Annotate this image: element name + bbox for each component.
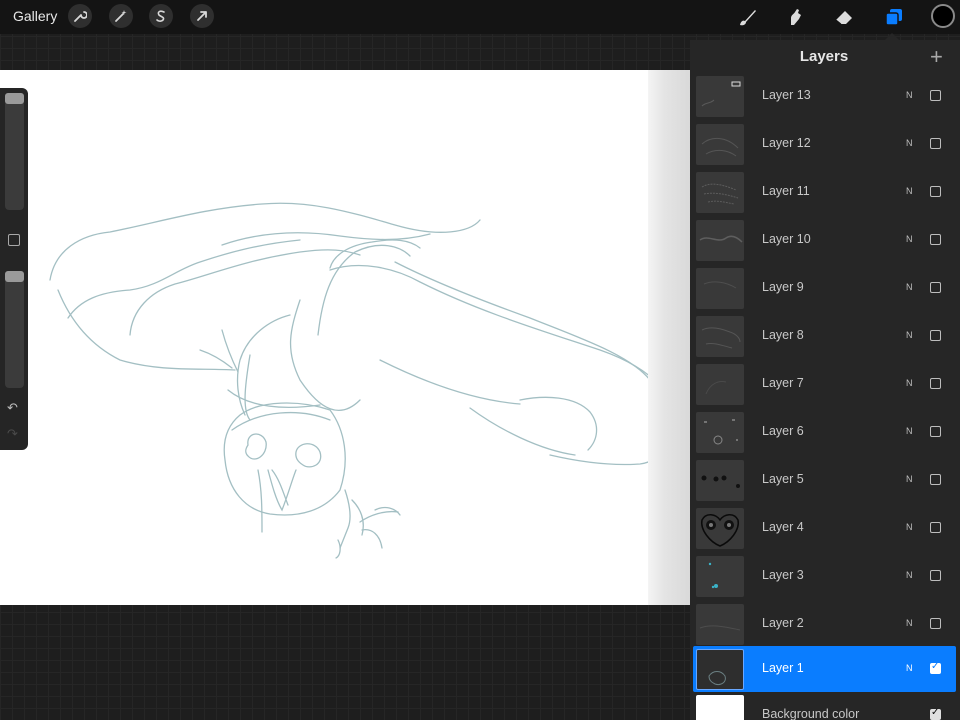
layer-thumbnail (696, 460, 744, 501)
layer-row[interactable]: Layer 2 N (693, 601, 956, 647)
selection-icon[interactable] (149, 4, 173, 28)
visibility-checkbox[interactable] (930, 474, 941, 485)
blend-mode-button[interactable]: N (906, 90, 913, 100)
layer-row[interactable]: Layer 4 N (693, 505, 956, 551)
layer-thumbnail (696, 412, 744, 453)
layer-row[interactable]: Layer 6 N (693, 409, 956, 455)
transform-arrow-icon[interactable] (190, 4, 214, 28)
layer-name: Layer 7 (762, 376, 804, 390)
visibility-checkbox[interactable] (930, 186, 941, 197)
visibility-checkbox[interactable] (930, 707, 941, 720)
layer-row[interactable]: Layer 3 N (693, 553, 956, 599)
layer-name: Layer 12 (762, 136, 811, 150)
left-sidebar: ↶ ↷ (0, 88, 28, 450)
layer-name: Layer 8 (762, 328, 804, 342)
layer-thumbnail (696, 649, 744, 690)
layer-row[interactable]: Layer 9 N (693, 265, 956, 311)
visibility-checkbox[interactable] (930, 330, 941, 341)
layer-name: Layer 13 (762, 88, 811, 102)
color-picker-swatch[interactable] (931, 4, 955, 28)
layers-icon[interactable] (882, 5, 906, 29)
layer-row[interactable]: Layer 13 N (693, 73, 956, 119)
background-color-row[interactable]: Background color (693, 692, 956, 720)
blend-mode-button[interactable]: N (906, 618, 913, 628)
owl-sketch (49, 202, 674, 559)
canvas-edge-shadow (648, 70, 690, 605)
blend-mode-button[interactable]: N (906, 474, 913, 484)
layer-row[interactable]: Layer 5 N (693, 457, 956, 503)
top-toolbar: Gallery (0, 0, 960, 34)
visibility-checkbox[interactable] (930, 522, 941, 533)
visibility-checkbox[interactable] (930, 618, 941, 629)
layer-thumbnail (696, 508, 744, 549)
layer-name: Layer 1 (762, 661, 804, 675)
visibility-checkbox[interactable] (930, 138, 941, 149)
layer-name: Layer 6 (762, 424, 804, 438)
brush-size-slider[interactable] (5, 93, 24, 210)
blend-mode-button[interactable]: N (906, 378, 913, 388)
opacity-slider[interactable] (5, 271, 24, 388)
visibility-checkbox[interactable] (930, 661, 941, 674)
brush-size-handle[interactable] (5, 93, 24, 104)
blend-mode-button[interactable]: N (906, 663, 913, 673)
layer-name: Layer 3 (762, 568, 804, 582)
layer-name: Layer 10 (762, 232, 811, 246)
blend-mode-button[interactable]: N (906, 426, 913, 436)
add-layer-button[interactable]: + (930, 44, 943, 70)
modify-button[interactable] (8, 234, 20, 246)
drawing-canvas[interactable] (0, 70, 690, 605)
visibility-checkbox[interactable] (930, 570, 941, 581)
wrench-icon[interactable] (68, 4, 92, 28)
layer-name: Layer 9 (762, 280, 804, 294)
blend-mode-button[interactable]: N (906, 570, 913, 580)
layer-name: Layer 4 (762, 520, 804, 534)
layer-thumbnail (696, 556, 744, 597)
opacity-handle[interactable] (5, 271, 24, 282)
blend-mode-button[interactable]: N (906, 234, 913, 244)
blend-mode-button[interactable]: N (906, 522, 913, 532)
layer-thumbnail (696, 316, 744, 357)
layer-name: Layer 11 (762, 184, 810, 198)
layer-thumbnail (696, 124, 744, 165)
layer-row[interactable]: Layer 12 N (693, 121, 956, 167)
layer-name: Layer 2 (762, 616, 804, 630)
panel-title: Layers (799, 48, 849, 65)
background-color-thumbnail (696, 695, 744, 720)
layer-thumbnail (696, 76, 744, 117)
layer-row[interactable]: Layer 8 N (693, 313, 956, 359)
redo-button[interactable]: ↷ (7, 426, 18, 442)
layer-thumbnail (696, 172, 744, 213)
layer-name: Layer 5 (762, 472, 804, 486)
blend-mode-button[interactable]: N (906, 282, 913, 292)
layer-row[interactable]: Layer 11 N (693, 169, 956, 215)
layers-panel: Layers + Layer 13 N Layer 12 N Layer 11 … (690, 40, 960, 720)
undo-button[interactable]: ↶ (7, 400, 18, 416)
magic-wand-icon[interactable] (109, 4, 133, 28)
blend-mode-button[interactable]: N (906, 138, 913, 148)
gallery-button[interactable]: Gallery (13, 8, 57, 24)
layer-thumbnail (696, 220, 744, 261)
visibility-checkbox[interactable] (930, 90, 941, 101)
brush-icon[interactable] (735, 5, 759, 29)
layer-row[interactable]: Layer 10 N (693, 217, 956, 263)
layer-thumbnail (696, 364, 744, 405)
layer-thumbnail (696, 604, 744, 645)
visibility-checkbox[interactable] (930, 234, 941, 245)
blend-mode-button[interactable]: N (906, 330, 913, 340)
layer-name: Background color (762, 707, 860, 720)
visibility-checkbox[interactable] (930, 282, 941, 293)
blend-mode-button[interactable]: N (906, 186, 913, 196)
eraser-icon[interactable] (832, 5, 856, 29)
visibility-checkbox[interactable] (930, 426, 941, 437)
layer-row[interactable]: Layer 7 N (693, 361, 956, 407)
smudge-icon[interactable] (784, 5, 808, 29)
visibility-checkbox[interactable] (930, 378, 941, 389)
layer-row-active[interactable]: Layer 1 N (693, 646, 956, 692)
layer-thumbnail (696, 268, 744, 309)
